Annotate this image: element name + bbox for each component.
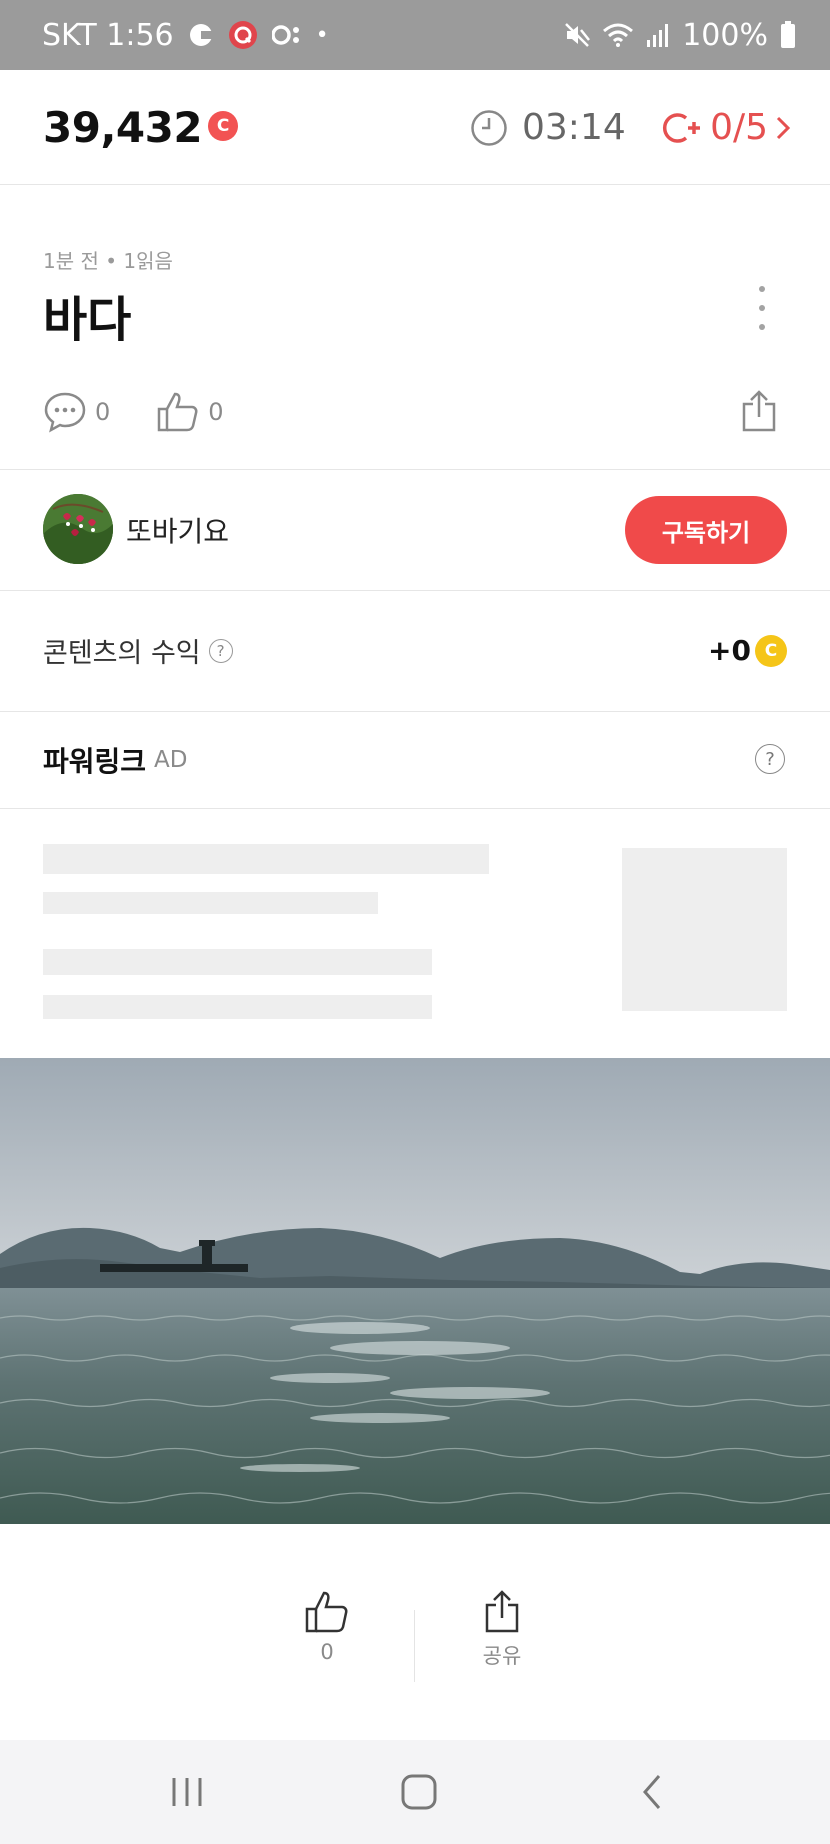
ad-skeleton-thumbnail bbox=[622, 848, 787, 1011]
comment-icon bbox=[44, 392, 86, 433]
powerlink-title: 파워링크 bbox=[43, 744, 147, 778]
battery-icon bbox=[780, 21, 796, 49]
more-options-icon[interactable] bbox=[755, 286, 769, 330]
top-header: 39,432 C 03:14 0/5 bbox=[0, 70, 830, 185]
bottom-share-button[interactable]: 공유 bbox=[442, 1590, 562, 1670]
share-icon[interactable] bbox=[740, 390, 778, 436]
home-icon[interactable] bbox=[379, 1740, 459, 1844]
post-meta: 1분 전 • 1읽음 bbox=[43, 249, 173, 273]
system-nav-bar bbox=[0, 1740, 830, 1844]
wifi-icon bbox=[602, 22, 634, 48]
points-value: 39,432 bbox=[43, 103, 203, 152]
avatar[interactable] bbox=[43, 494, 113, 564]
carrier-time: SKT 1:56 bbox=[42, 17, 174, 53]
ad-skeleton-line bbox=[43, 844, 489, 874]
comment-count: 0 bbox=[95, 398, 111, 426]
battery-percent: 100% bbox=[682, 17, 768, 53]
timer-value: 03:14 bbox=[522, 107, 626, 148]
comment-button[interactable]: 0 bbox=[43, 391, 110, 433]
read-timer: 03:14 bbox=[470, 70, 626, 185]
app-q-icon bbox=[228, 20, 258, 50]
back-icon[interactable] bbox=[612, 1740, 692, 1844]
cplus-count: 0/5 bbox=[710, 107, 768, 148]
divider bbox=[0, 808, 830, 809]
separator bbox=[414, 1610, 415, 1682]
share-icon bbox=[485, 1590, 519, 1633]
points-balance: 39,432 C bbox=[43, 70, 239, 185]
moon-c-icon bbox=[188, 22, 214, 48]
ad-skeleton-line bbox=[43, 995, 432, 1019]
help-icon[interactable]: ? bbox=[755, 744, 785, 774]
ad-skeleton-line bbox=[43, 949, 432, 975]
mute-icon bbox=[564, 22, 591, 48]
help-icon[interactable]: ? bbox=[208, 638, 233, 663]
content-revenue: 콘텐츠의 수익 ? +0 C bbox=[0, 590, 830, 711]
c-plus-icon bbox=[663, 112, 701, 143]
like-count: 0 bbox=[208, 398, 224, 426]
author-row: 또바기요 구독하기 bbox=[0, 470, 830, 590]
status-dot: • bbox=[315, 22, 329, 48]
bottom-like-count: 0 bbox=[320, 1640, 334, 1664]
bottom-like-button[interactable]: 0 bbox=[267, 1590, 387, 1664]
post-actions: 0 0 bbox=[43, 386, 270, 438]
bottom-actions: 0 공유 bbox=[0, 1590, 830, 1700]
share-label: 공유 bbox=[482, 1644, 522, 1668]
revenue-value: +0 bbox=[708, 634, 751, 667]
cplus-counter[interactable]: 0/5 bbox=[662, 70, 792, 185]
recent-apps-icon[interactable] bbox=[147, 1740, 227, 1844]
thumbs-up-icon bbox=[158, 392, 198, 432]
revenue-label: 콘텐츠의 수익 bbox=[43, 638, 201, 669]
thumbs-up-icon bbox=[305, 1591, 348, 1633]
subscribe-button[interactable]: 구독하기 bbox=[625, 496, 787, 564]
ad-label: AD bbox=[154, 746, 188, 773]
red-coin-icon: C bbox=[208, 110, 239, 141]
powerlink-section: 파워링크 AD ? bbox=[0, 711, 830, 808]
chevron-right-icon bbox=[776, 116, 791, 139]
dots-icon bbox=[271, 22, 302, 48]
status-bar: SKT 1:56 • 100% bbox=[0, 0, 830, 70]
author-name[interactable]: 또바기요 bbox=[126, 470, 229, 590]
clock-icon bbox=[471, 109, 507, 146]
post-title: 바다 bbox=[43, 292, 132, 348]
post-photo[interactable] bbox=[0, 1058, 830, 1524]
ad-skeleton-line bbox=[43, 892, 378, 914]
signal-icon bbox=[646, 22, 670, 48]
yellow-coin-icon: C bbox=[755, 634, 787, 667]
like-button[interactable]: 0 bbox=[156, 391, 224, 433]
